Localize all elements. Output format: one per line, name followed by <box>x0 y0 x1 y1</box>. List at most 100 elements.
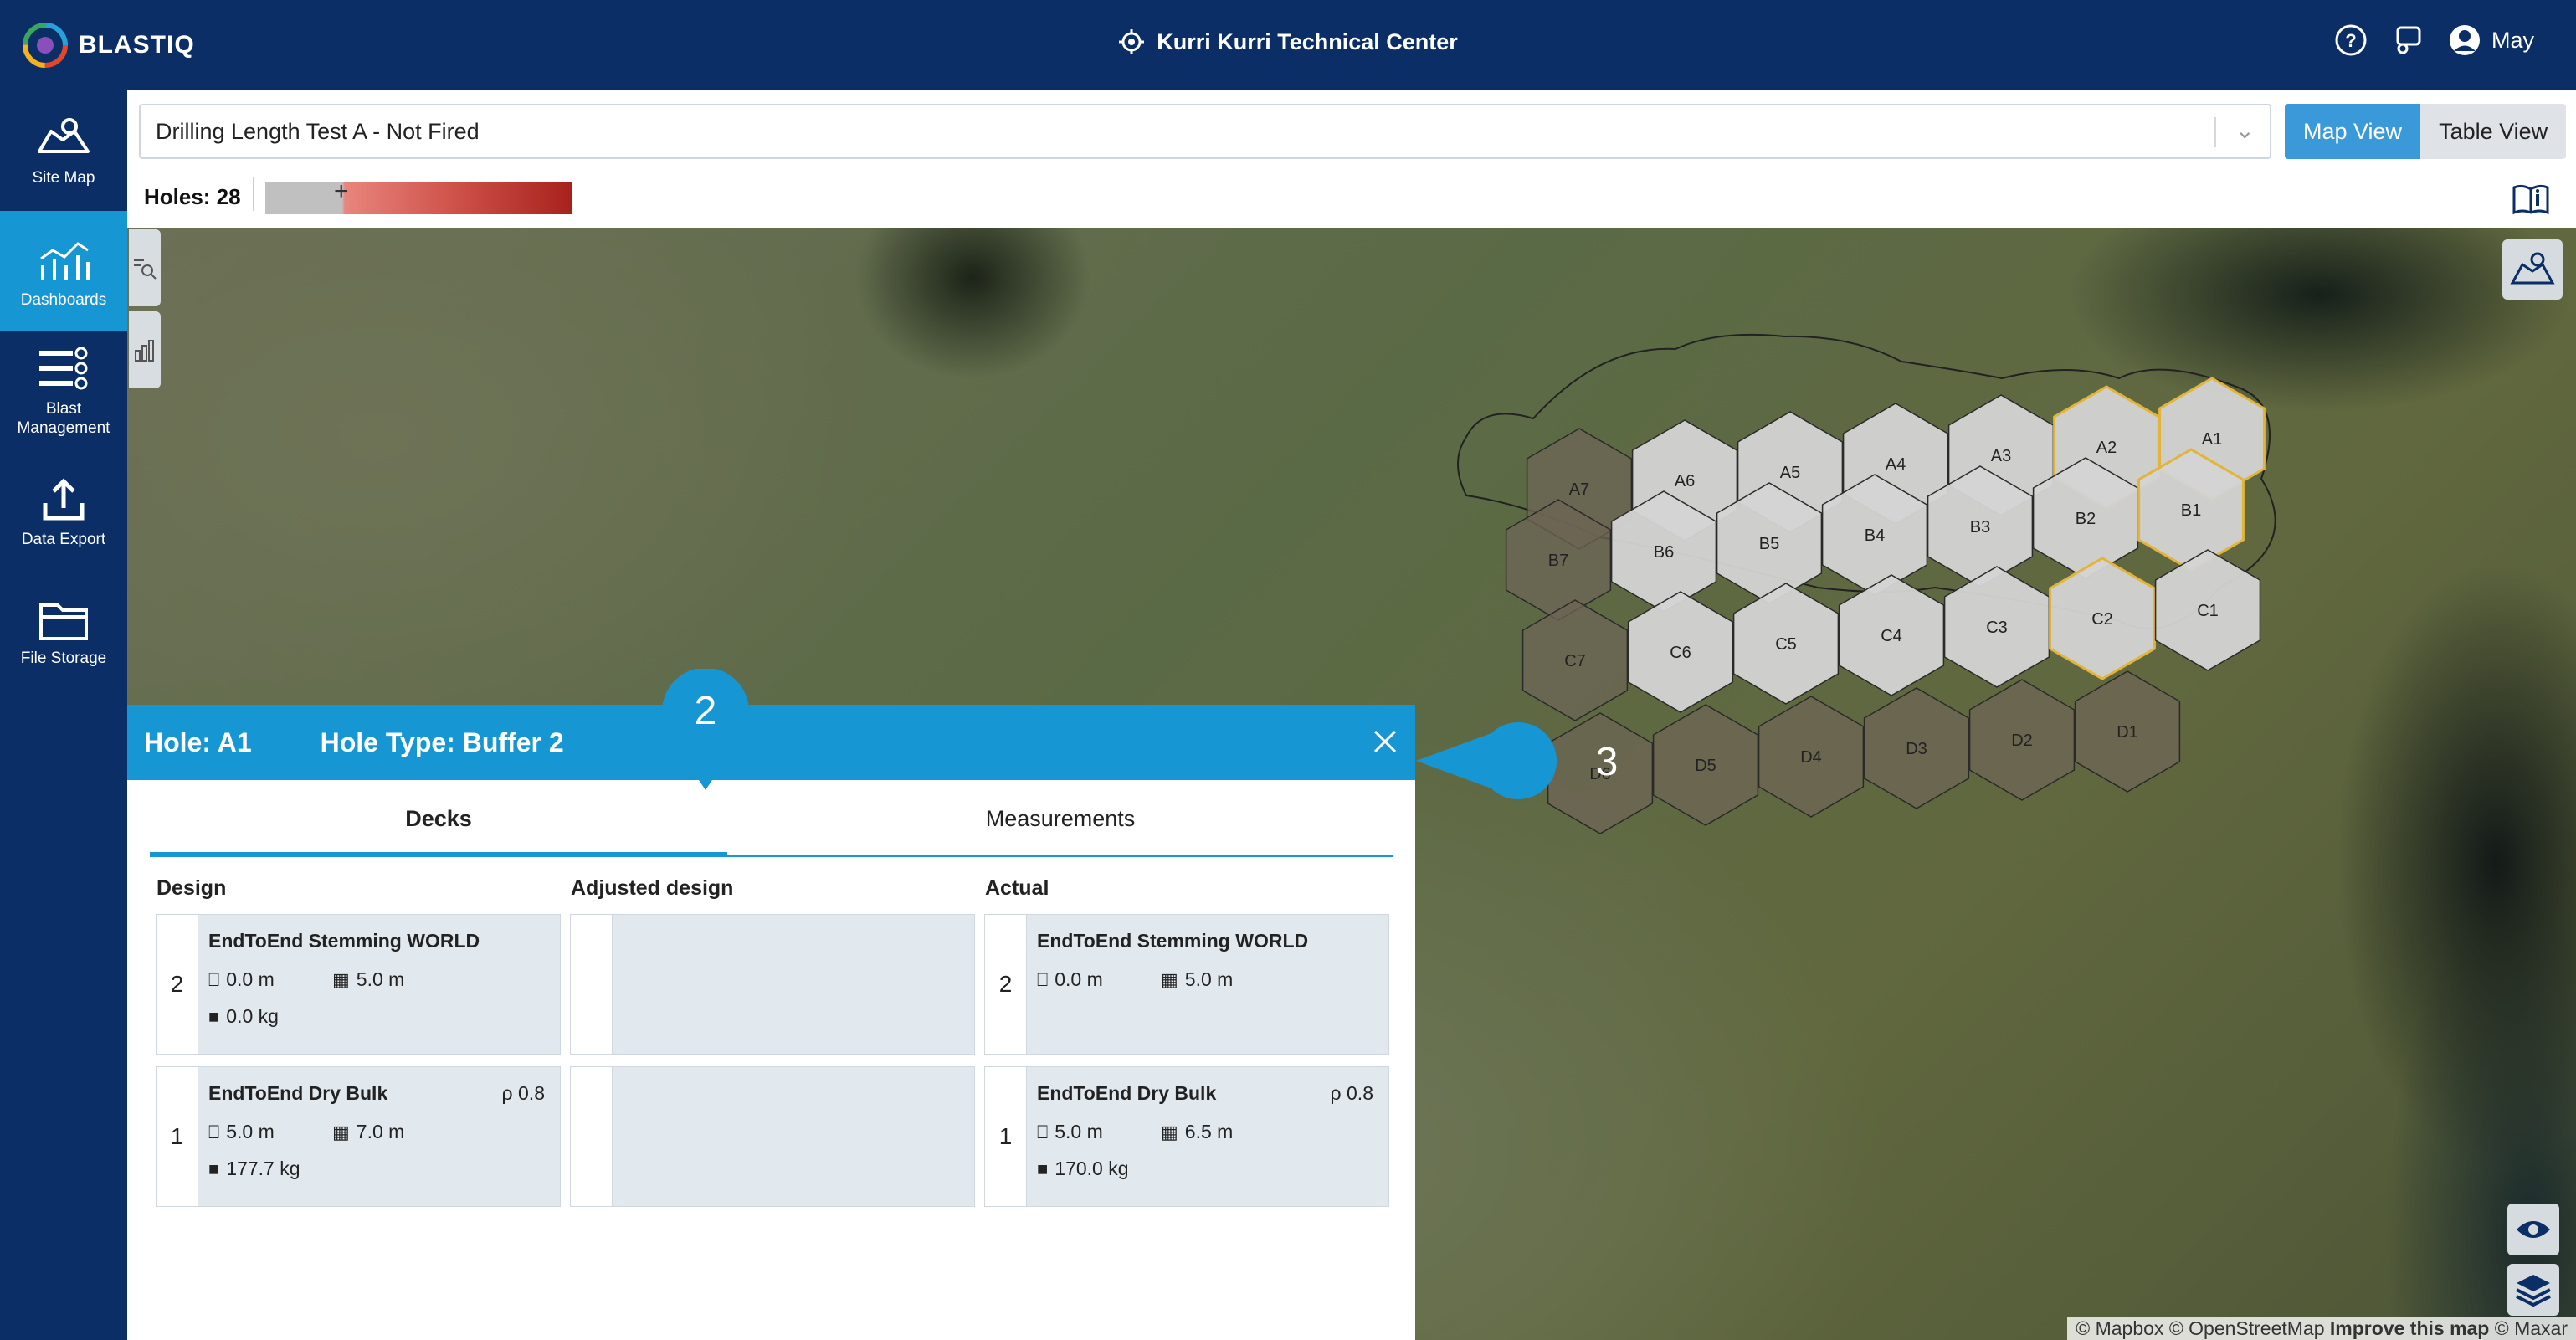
blast-hole-label: B5 <box>1759 535 1779 553</box>
column-design: Design <box>157 876 227 900</box>
depth-icon: ⎕ <box>1037 968 1049 990</box>
weight-icon: ■ <box>208 1158 220 1179</box>
attrib-osm[interactable]: © OpenStreetMap <box>2169 1317 2325 1339</box>
depth-icon: ⎕ <box>208 968 220 990</box>
search-list-icon <box>134 259 157 280</box>
attrib-mapbox[interactable]: © Mapbox <box>2076 1317 2163 1339</box>
color-ramp-legend[interactable] <box>265 182 572 214</box>
deck-name: EndToEnd Dry Bulk <box>208 1082 388 1104</box>
eye-icon <box>2517 1221 2550 1238</box>
legend-book-icon[interactable] <box>2511 182 2551 216</box>
actual-deck[interactable]: 2 EndToEnd Stemming WORLD ⎕ 0.0 m ▦ 5.0 m <box>984 914 1389 1055</box>
ramp-marker: + <box>334 177 349 205</box>
satellite-map[interactable]: A7 A6 A5 A4 A3 A2 A1 B7 B6 B5 B4 B3 B2 B1 C7 C6 C5 C4 C3 C2… <box>127 228 2576 1340</box>
callout-number: 2 <box>695 689 717 733</box>
callout-marker-2: 2 <box>662 669 749 790</box>
sidebar-item-blast-management[interactable]: Blast Management <box>0 331 127 452</box>
chevron-down-icon[interactable]: ⌄ <box>2235 116 2255 144</box>
length-icon: ▦ <box>332 968 350 990</box>
length-icon: ▦ <box>332 1121 350 1142</box>
blast-hole-label: D2 <box>2011 732 2033 750</box>
map-style-button[interactable] <box>2502 239 2563 300</box>
sidebar-item-dashboards[interactable]: Dashboards <box>0 211 127 331</box>
deck-length: ▦ 6.5 m <box>1161 1121 1234 1142</box>
blast-hole-label: C1 <box>2197 602 2219 620</box>
blast-hole-label: D3 <box>1906 740 1927 758</box>
svg-text:?: ? <box>2345 30 2356 51</box>
visibility-button[interactable] <box>2507 1204 2559 1255</box>
sidebar-item-label: Dashboards <box>20 290 107 309</box>
adjusted-deck-empty[interactable] <box>570 914 975 1055</box>
dashboard-icon <box>40 241 90 280</box>
map-search-tool[interactable] <box>129 229 161 306</box>
table-view-button[interactable]: Table View <box>2420 104 2567 159</box>
attrib-maxar[interactable]: © Maxar <box>2495 1317 2568 1339</box>
sidebar: Site Map Dashboards Blast Management Dat… <box>0 90 127 1340</box>
deck-number-empty <box>571 1067 613 1206</box>
deck-name: EndToEnd Dry Bulk <box>1037 1082 1217 1104</box>
hole-type-label: Hole Type: Buffer 2 <box>320 726 564 757</box>
deck-number: 1 <box>985 1067 1027 1206</box>
tab-measurements[interactable]: Measurements <box>727 780 1393 857</box>
blast-hole-label: A3 <box>1991 447 2011 465</box>
map-chart-tool[interactable] <box>129 311 161 388</box>
feedback-icon[interactable] <box>2391 23 2425 57</box>
map-attribution: © Mapbox © OpenStreetMap Improve this ma… <box>2067 1317 2576 1340</box>
blast-hole-label: C2 <box>2091 610 2113 629</box>
column-adjusted: Adjusted design <box>571 876 734 900</box>
blast-hole-label: B3 <box>1970 518 1990 537</box>
sidebar-item-site-map[interactable]: Site Map <box>0 90 127 211</box>
design-deck[interactable]: 2 EndToEnd Stemming WORLD ⎕ 0.0 m ▦ 5.0 m … <box>156 914 561 1055</box>
deck-depth: ⎕ 0.0 m <box>1037 968 1103 990</box>
sidebar-item-data-export[interactable]: Data Export <box>0 452 127 572</box>
deck-mass: ■ 170.0 kg <box>1037 1158 1129 1179</box>
panel-header: Hole: A1 Hole Type: Buffer 2 <box>127 705 1415 780</box>
main-content: Drilling Length Test A - Not Fired ⌄ Map… <box>127 90 2576 1340</box>
deck-mass: ■ 177.7 kg <box>208 1158 300 1179</box>
deck-mass: ■ 0.0 kg <box>208 1005 279 1027</box>
map-view-button[interactable]: Map View <box>2285 104 2421 159</box>
blast-hole-label: A5 <box>1780 464 1800 482</box>
weight-icon: ■ <box>208 1005 220 1027</box>
map-outline-icon <box>2510 252 2555 285</box>
upload-icon <box>43 477 85 520</box>
design-deck[interactable]: 1 EndToEnd Dry Bulk ρ 0.8 ⎕ 5.0 m ▦ 7.0 m … <box>156 1066 561 1207</box>
deck-length: ▦ 5.0 m <box>1161 968 1234 990</box>
tab-decks[interactable]: Decks <box>150 780 727 857</box>
top-bar: BLASTIQ Kurri Kurri Technical Center ? M… <box>0 0 2576 90</box>
deck-depth: ⎕ 5.0 m <box>1037 1121 1103 1142</box>
blast-hole-label: B7 <box>1548 552 1568 570</box>
blast-hole-label: A4 <box>1886 455 1906 474</box>
callout-marker-3: 3 <box>1416 722 1618 799</box>
view-toggle: Map View Table View <box>2285 104 2567 159</box>
blast-hole-label: B4 <box>1865 526 1885 545</box>
blast-hole-label: C3 <box>1986 619 2008 637</box>
blast-hole-label: A6 <box>1675 472 1695 490</box>
deck-depth: ⎕ 0.0 m <box>208 968 275 990</box>
deck-name: EndToEnd Stemming WORLD <box>1037 930 1309 952</box>
attrib-improve[interactable]: Improve this map <box>2330 1317 2489 1339</box>
sidebar-item-label: Blast Management <box>17 400 110 437</box>
actual-deck[interactable]: 1 EndToEnd Dry Bulk ρ 0.8 ⎕ 5.0 m ▦ 6.5 m … <box>984 1066 1389 1207</box>
column-actual: Actual <box>985 876 1049 900</box>
hole-label: Hole: A1 <box>144 726 252 757</box>
adjusted-deck-empty[interactable] <box>570 1066 975 1207</box>
blast-select[interactable]: Drilling Length Test A - Not Fired ⌄ <box>139 104 2271 159</box>
deck-depth: ⎕ 5.0 m <box>208 1121 275 1142</box>
user-name: May <box>2491 27 2534 53</box>
layers-button[interactable] <box>2507 1264 2559 1316</box>
close-icon[interactable] <box>1370 726 1400 757</box>
blast-hole-label: D5 <box>1695 757 1716 775</box>
deck-density: ρ 0.8 <box>501 1082 545 1104</box>
site-selector[interactable]: Kurri Kurri Technical Center <box>0 28 2576 55</box>
sidebar-item-file-storage[interactable]: File Storage <box>0 572 127 693</box>
blast-hole-label: D4 <box>1800 748 1822 767</box>
layers-icon <box>2516 1275 2551 1307</box>
list-icon <box>39 347 88 390</box>
user-menu[interactable]: May <box>2448 23 2534 57</box>
divider <box>253 177 254 211</box>
help-icon[interactable]: ? <box>2334 23 2368 57</box>
deck-length: ▦ 5.0 m <box>332 968 405 990</box>
length-icon: ▦ <box>1161 968 1178 990</box>
deck-length: ▦ 7.0 m <box>332 1121 405 1142</box>
